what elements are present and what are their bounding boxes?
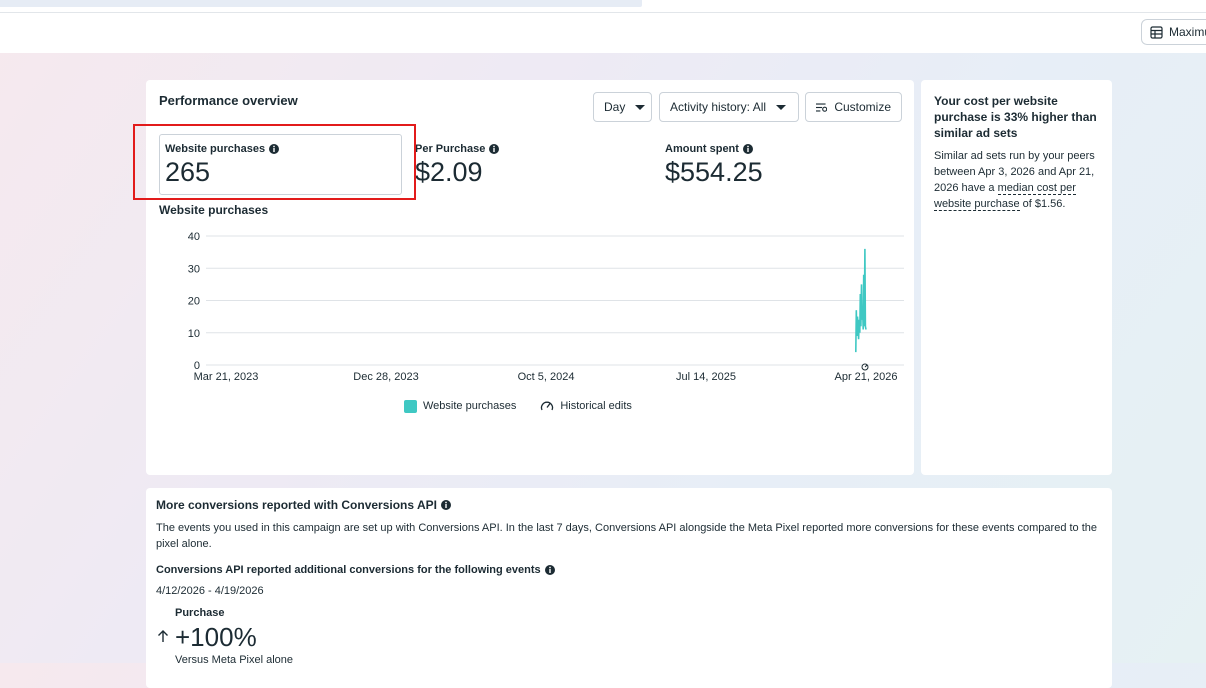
- insight-body: Similar ad sets run by your peers betwee…: [934, 148, 1106, 212]
- performance-title: Performance overview: [159, 93, 298, 108]
- metric-value: $2.09: [415, 157, 483, 187]
- activity-history-label: Activity history: All: [670, 100, 767, 114]
- info-icon[interactable]: [489, 144, 500, 154]
- website-purchases-chart: 010203040Mar 21, 2023 Dec 28, 2023 Oct 5, …: [188, 231, 904, 382]
- legend-edits-label: Historical edits: [560, 400, 632, 412]
- customize-icon: [816, 102, 828, 112]
- top-strip: [0, 0, 1206, 13]
- metric-label: Amount spent: [665, 143, 739, 155]
- legend-series-label: Website purchases: [423, 400, 517, 412]
- event-compare: Versus Meta Pixel alone: [175, 654, 294, 666]
- conversions-title-text: More conversions reported with Conversio…: [156, 498, 437, 512]
- y-tick-label: 20: [188, 296, 200, 308]
- day-dropdown-label: Day: [604, 100, 626, 114]
- y-tick-label: 30: [188, 263, 200, 275]
- day-dropdown[interactable]: Day: [593, 92, 652, 122]
- metric-amount-spent: Amount spent $554.25: [665, 143, 763, 186]
- chart-title: Website purchases: [159, 203, 269, 217]
- customize-button[interactable]: Customize: [805, 92, 902, 122]
- maximize-label: Maximu: [1169, 25, 1206, 39]
- highlight-annotation: [133, 124, 416, 200]
- conversions-api-card: More conversions reported with Conversio…: [146, 488, 1112, 688]
- info-icon[interactable]: [544, 565, 555, 575]
- x-tick-label: Dec 28, 2023: [353, 371, 418, 382]
- caret-down-icon: [635, 104, 646, 110]
- table-icon: [1150, 25, 1163, 39]
- conversions-date-range: 4/12/2026 - 4/19/2026: [156, 585, 264, 597]
- x-tick-label: Oct 5, 2024: [518, 371, 575, 382]
- info-icon[interactable]: [440, 500, 451, 510]
- x-tick-label: Mar 21, 2023: [194, 371, 259, 382]
- toolbar: Maximu: [0, 13, 1206, 53]
- x-tick-label: Jul 14, 2025: [676, 371, 736, 382]
- insight-card: Your cost per website purchase is 33% hi…: [921, 80, 1112, 475]
- chart-legend: Website purchases Historical edits: [404, 399, 632, 413]
- event-label: Purchase: [175, 607, 225, 619]
- legend-swatch: [404, 399, 417, 413]
- info-icon[interactable]: [742, 144, 753, 154]
- insight-title: Your cost per website purchase is 33% hi…: [934, 94, 1097, 140]
- conversions-subheading-text: Conversions API reported additional conv…: [156, 564, 541, 576]
- conversions-subheading: Conversions API reported additional conv…: [156, 564, 555, 576]
- customize-label: Customize: [834, 100, 891, 114]
- insight-body-end: of $1.56.: [1019, 198, 1066, 210]
- caret-down-icon: [776, 104, 787, 110]
- metric-label: Per Purchase: [415, 143, 486, 155]
- metric-per-purchase: Per Purchase $2.09: [415, 143, 500, 187]
- event-value: +100%: [175, 622, 257, 652]
- metric-value: $554.25: [665, 157, 763, 187]
- maximize-button[interactable]: Maximu: [1141, 19, 1206, 45]
- y-tick-label: 40: [188, 231, 200, 243]
- top-tab-bar: [0, 0, 642, 7]
- activity-history-dropdown[interactable]: Activity history: All: [659, 92, 799, 122]
- conversions-title: More conversions reported with Conversio…: [156, 498, 451, 512]
- arrow-up-icon: [158, 630, 168, 642]
- gauge-icon: [541, 401, 554, 411]
- y-tick-label: 10: [188, 328, 200, 340]
- conversions-description: The events you used in this campaign are…: [156, 522, 1098, 550]
- x-tick-label: Apr 21, 2026: [835, 371, 898, 382]
- legend-historical-edits[interactable]: Historical edits: [540, 399, 632, 413]
